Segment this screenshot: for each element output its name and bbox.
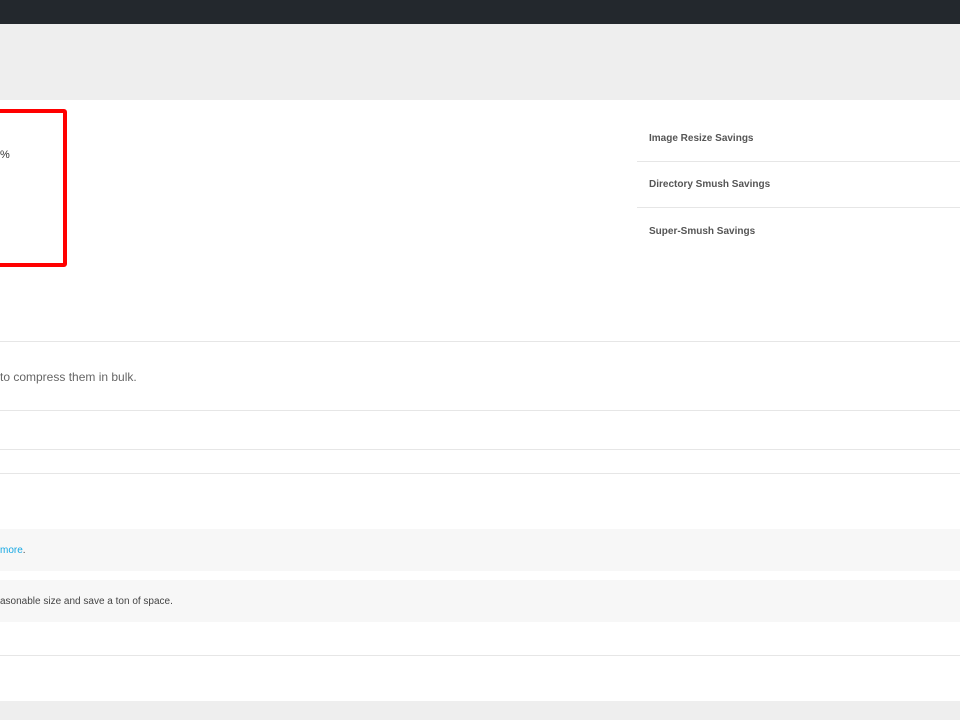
savings-row-image-resize: Image Resize Savings	[637, 116, 960, 162]
page-bottom-strip	[0, 701, 960, 720]
divider	[0, 341, 960, 342]
divider	[0, 410, 960, 411]
smush-dashboard: % Image Resize Savings Directory Smush S…	[0, 24, 960, 720]
bulk-smush-description: to compress them in bulk.	[0, 370, 137, 384]
divider	[0, 449, 960, 450]
savings-list: Image Resize Savings Directory Smush Sav…	[637, 116, 960, 254]
learn-more-link[interactable]: more	[0, 545, 23, 556]
info-notice-resize: asonable size and save a ton of space.	[0, 580, 960, 622]
savings-percent-value: %	[0, 149, 10, 161]
savings-label: Super-Smush Savings	[649, 225, 756, 237]
resize-notice-text: asonable size and save a ton of space.	[0, 595, 173, 607]
divider	[0, 473, 960, 474]
notice-punctuation: .	[22, 544, 26, 556]
divider	[0, 655, 960, 656]
stats-summary-box: % Image Resize Savings Directory Smush S…	[0, 100, 960, 297]
savings-label: Image Resize Savings	[649, 133, 754, 144]
bulk-smush-box: to compress them in bulk. more. asonable…	[0, 295, 960, 701]
admin-top-bar	[0, 0, 960, 24]
savings-row-super-smush: Super-Smush Savings	[637, 208, 960, 254]
info-notice-learn-more: more.	[0, 529, 960, 571]
savings-row-directory-smush: Directory Smush Savings	[637, 162, 960, 208]
savings-label: Directory Smush Savings	[649, 179, 771, 190]
highlight-annotation	[0, 109, 67, 267]
